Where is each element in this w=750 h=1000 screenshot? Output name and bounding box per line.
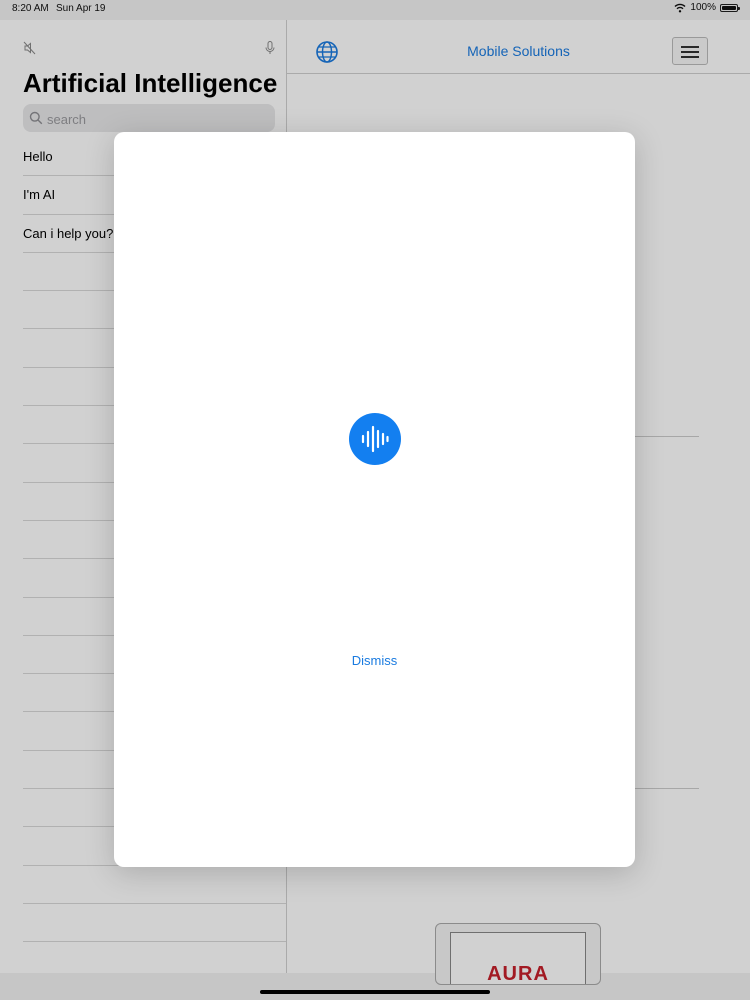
dismiss-button[interactable]: Dismiss: [114, 652, 635, 669]
home-indicator[interactable]: [260, 990, 490, 994]
voice-input-modal: Dismiss: [114, 132, 635, 867]
voice-record-button[interactable]: [349, 413, 401, 465]
waveform-icon: [361, 425, 389, 453]
